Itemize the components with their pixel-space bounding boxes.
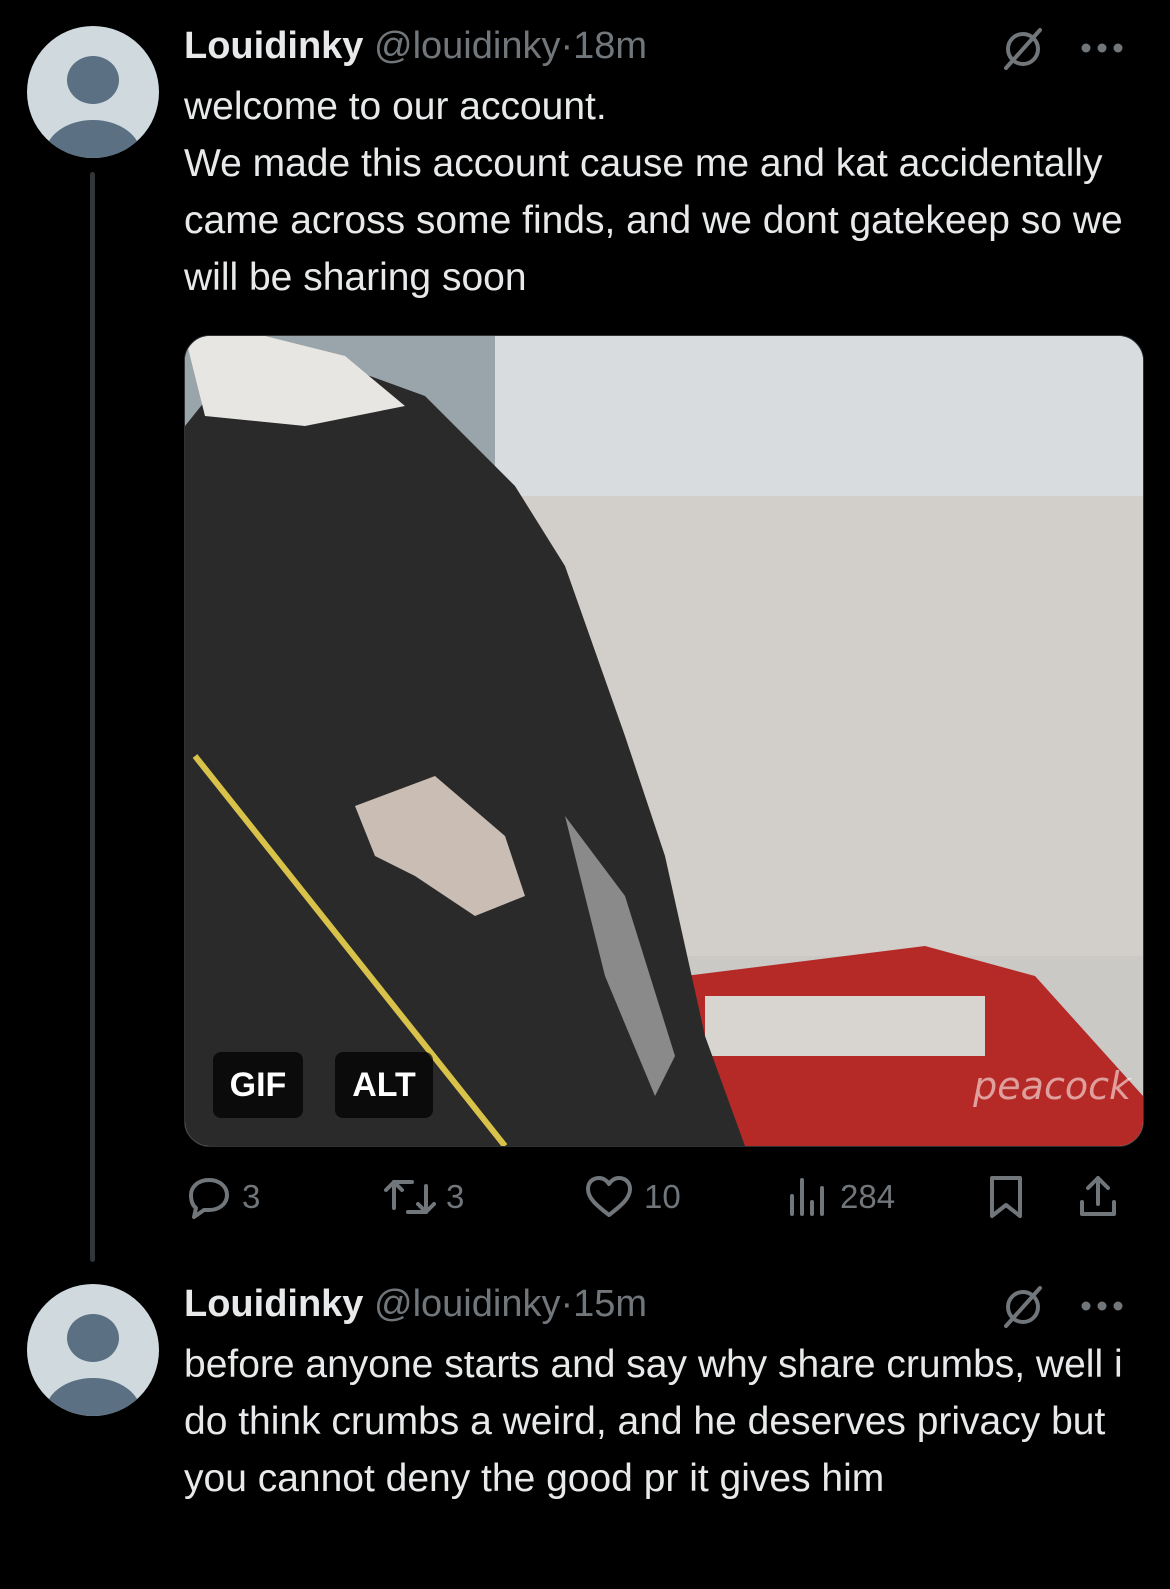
video-watermark: peacock	[973, 1064, 1131, 1108]
post-time[interactable]: 15m	[573, 1283, 647, 1325]
thread-connector-line	[90, 172, 95, 1262]
gif-badge: GIF	[213, 1052, 303, 1118]
views-button[interactable]: 284	[784, 1172, 895, 1222]
reply-button[interactable]: 3	[186, 1172, 260, 1222]
post-header: Louidinky @louidinky·18m	[184, 22, 647, 70]
author-name[interactable]: Louidinky	[184, 1283, 363, 1325]
repost-count: 3	[446, 1178, 465, 1215]
separator-dot: ·	[560, 25, 574, 67]
post-text: welcome to our account. We made this acc…	[184, 85, 1123, 299]
bookmark-icon[interactable]	[984, 1174, 1028, 1220]
repost-button[interactable]: 3	[384, 1172, 464, 1222]
muted-conversation-icon[interactable]	[1000, 26, 1046, 72]
muted-conversation-icon[interactable]	[1000, 1284, 1046, 1330]
action-bar: 3 3 10 284	[184, 1172, 1144, 1222]
like-button[interactable]: 10	[584, 1172, 681, 1222]
default-avatar-icon	[67, 56, 119, 104]
post-time[interactable]: 18m	[573, 25, 647, 67]
gif-frame	[185, 336, 1143, 1146]
post-text: before anyone starts and say why share c…	[184, 1343, 1134, 1500]
author-handle[interactable]: @louidinky	[374, 1283, 560, 1325]
views-icon	[790, 1178, 824, 1216]
repost-icon	[384, 1180, 436, 1214]
alt-text-button[interactable]: ALT	[335, 1052, 433, 1118]
share-icon[interactable]	[1076, 1174, 1120, 1220]
like-icon	[586, 1176, 632, 1217]
reply-count: 3	[242, 1178, 261, 1215]
separator-dot: ·	[560, 1283, 574, 1325]
default-avatar-icon	[67, 1314, 119, 1362]
reply-icon	[189, 1178, 229, 1219]
post-header: Louidinky @louidinky·15m	[184, 1280, 647, 1328]
author-handle[interactable]: @louidinky	[374, 25, 560, 67]
view-count: 284	[840, 1178, 896, 1215]
avatar[interactable]	[27, 26, 159, 158]
avatar[interactable]	[27, 1284, 159, 1416]
like-count: 10	[644, 1178, 681, 1215]
more-icon[interactable]	[1078, 38, 1126, 58]
gif-media[interactable]: GIF ALT peacock	[184, 335, 1144, 1147]
more-icon[interactable]	[1078, 1296, 1126, 1316]
author-name[interactable]: Louidinky	[184, 25, 363, 67]
